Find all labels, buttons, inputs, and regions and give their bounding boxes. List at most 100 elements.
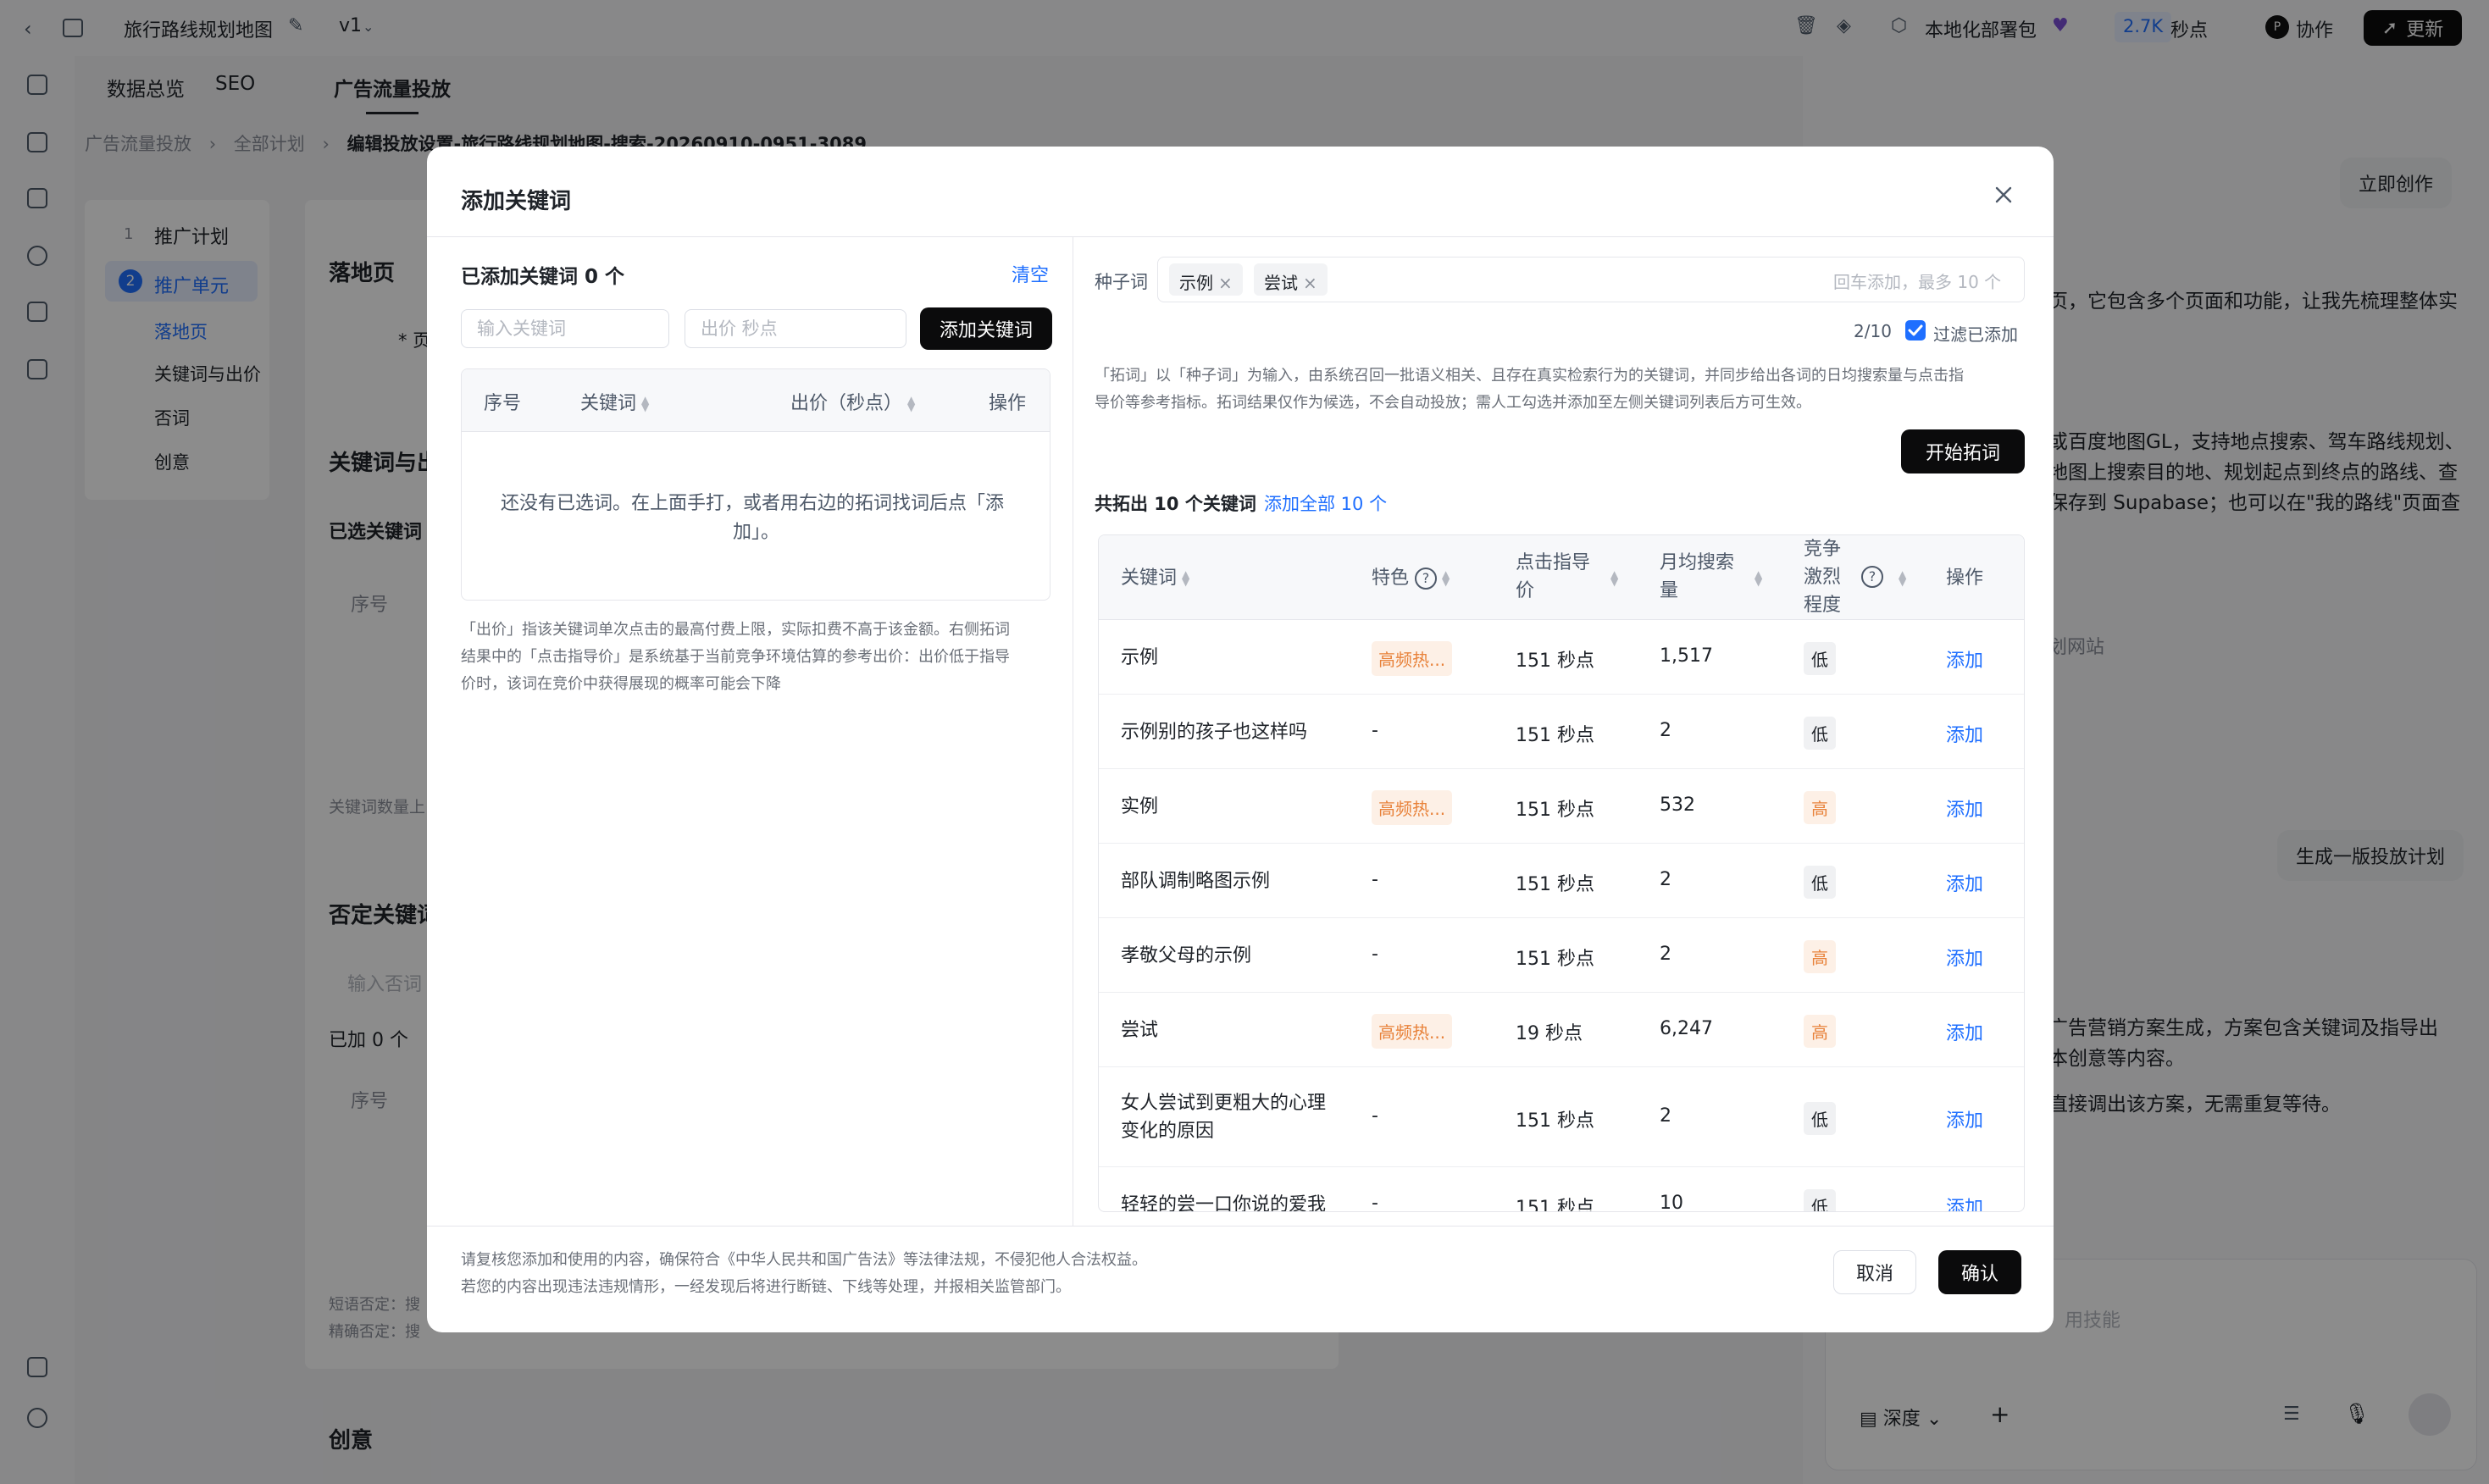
- table-row: 部队调制略图示例 - 151 秒点 2 低 添加: [1099, 844, 2024, 918]
- add-keyword-link[interactable]: 添加: [1946, 1193, 1983, 1211]
- compliance-note-2: 若您的内容出现违法违规情形，一经发现后将进行断链、下线等处理，并报相关监管部门。: [461, 1278, 1071, 1296]
- col-bid[interactable]: 出价（秒点） ▲ ▼: [790, 388, 915, 415]
- row-keyword: 示例: [1121, 644, 1158, 672]
- table-row: 尝试 高频热... 19 秒点 6,247 高 添加: [1099, 993, 2024, 1067]
- remove-chip-icon[interactable]: ×: [1303, 273, 1317, 293]
- competition-badge: 低: [1804, 1102, 1836, 1135]
- row-search-volume: 2: [1660, 1105, 1671, 1127]
- col-action: 操作: [989, 393, 1027, 414]
- added-keywords-title: 已添加关键词 0 个: [461, 266, 625, 288]
- row-keyword: 部队调制略图示例: [1121, 867, 1270, 895]
- expanded-keywords-table: 关键词 ▲ ▼ 特色 ? ▲ ▼ 点击指导 价 ▲ ▼ 月均搜索 量 ▲ ▼ 竞争 激烈 程…: [1098, 534, 2025, 1212]
- sort-icon[interactable]: ▲ ▼: [1442, 569, 1450, 587]
- add-keyword-link[interactable]: 添加: [1946, 795, 1983, 822]
- filter-label[interactable]: 过滤已添加: [1933, 321, 2018, 346]
- col-comp-line-3: 程度: [1804, 595, 1842, 616]
- col-search-line-2: 量: [1660, 580, 1679, 601]
- added-keywords-header: 序号 关键词 ▲ ▼ 出价（秒点） ▲ ▼ 操作: [462, 369, 1050, 432]
- seed-count: 2/10: [1854, 321, 1892, 341]
- cancel-button[interactable]: 取消: [1833, 1250, 1916, 1294]
- table-row: 孝敬父母的示例 - 151 秒点 2 高 添加: [1099, 918, 2024, 993]
- hot-tag: 高频热...: [1372, 790, 1453, 825]
- sort-icon[interactable]: ▲ ▼: [1754, 569, 1762, 587]
- row-search-volume: 6,247: [1660, 1018, 1713, 1039]
- row-keyword: 实例: [1121, 793, 1158, 821]
- competition-badge: 低: [1804, 866, 1836, 899]
- row-price: 151 秒点: [1516, 800, 1594, 821]
- add-keyword-link[interactable]: 添加: [1946, 720, 1983, 747]
- row-keyword-line: 尝试: [1121, 1019, 1159, 1041]
- competition-badge: 低: [1804, 1189, 1836, 1211]
- add-keyword-link[interactable]: 添加: [1946, 645, 1983, 673]
- col-feature-label: 特色: [1372, 568, 1410, 589]
- col-keyword[interactable]: 关键词 ▲ ▼: [1121, 564, 1189, 592]
- row-search-volume: 2: [1660, 944, 1671, 965]
- expand-desc-line-2: 导价等参考指标。拓词结果仅作为候选，不会自动投放；需人工勾选并添加至左侧关键词列…: [1095, 394, 1811, 412]
- keyword-input[interactable]: [461, 309, 669, 348]
- col-search-line-1: 月均搜索: [1660, 552, 1735, 573]
- table-row: 示例别的孩子也这样吗 - 151 秒点 2 低 添加: [1099, 695, 2024, 769]
- row-price: 151 秒点: [1516, 725, 1594, 746]
- help-circle-icon[interactable]: ?: [1861, 566, 1883, 588]
- row-feature: -: [1372, 944, 1378, 965]
- col-feature: 特色 ? ▲ ▼: [1372, 564, 1450, 592]
- result-count: 共拓出 10 个关键词: [1095, 494, 1256, 514]
- add-keyword-link[interactable]: 添加: [1946, 1105, 1983, 1132]
- table-row: 轻轻的尝一口你说的爱我 - 151 秒点 10 低 添加: [1099, 1167, 2024, 1212]
- seed-label: 种子词: [1095, 272, 1148, 292]
- add-keyword-link[interactable]: 添加: [1946, 944, 1983, 971]
- add-keyword-button[interactable]: 添加关键词: [920, 307, 1052, 350]
- sort-icon[interactable]: ▲ ▼: [1610, 569, 1618, 587]
- add-all-link[interactable]: 添加全部 10 个: [1264, 490, 1387, 516]
- help-circle-icon[interactable]: ?: [1415, 568, 1438, 590]
- row-feature: -: [1372, 720, 1378, 741]
- table-row: 示例 高频热... 151 秒点 1,517 低 添加: [1099, 620, 2024, 695]
- table-row: 实例 高频热... 151 秒点 532 高 添加: [1099, 769, 2024, 844]
- sort-icon: ▲ ▼: [907, 394, 916, 413]
- expand-desc-line-1: 「拓词」以「种子词」为输入，由系统召回一批语义相关、且存在真实检索行为的关键词，…: [1095, 367, 1964, 385]
- col-keyword-label: 关键词: [580, 393, 637, 414]
- clear-link[interactable]: 清空: [1012, 260, 1049, 287]
- hot-tag: 高频热...: [1372, 641, 1453, 676]
- added-keywords-table: 序号 关键词 ▲ ▼ 出价（秒点） ▲ ▼ 操作 还没有已选词。在上面手打，或者用右边的…: [461, 368, 1050, 601]
- row-keyword: 尝试: [1121, 1016, 1158, 1044]
- bid-note-line-1: 「出价」指该关键词单次点击的最高付费上限，实际扣费不高于该金额。右侧拓词: [461, 621, 1010, 639]
- modal-header-divider: [427, 236, 2054, 237]
- seed-chip: 示例 ×: [1169, 263, 1243, 296]
- empty-state-line-2: 加」。: [733, 522, 780, 543]
- competition-badge: 高: [1804, 1015, 1836, 1048]
- modal-title: 添加关键词: [461, 189, 572, 214]
- row-keyword-line: 部队调制略图示例: [1121, 870, 1271, 892]
- seed-chip: 尝试 ×: [1254, 263, 1328, 296]
- compliance-note-1: 请复核您添加和使用的内容，确保符合《中华人民共和国广告法》等法律法规，不侵犯他人…: [461, 1251, 1147, 1269]
- row-price: 19 秒点: [1516, 1023, 1583, 1044]
- confirm-button[interactable]: 确认: [1938, 1250, 2021, 1294]
- row-feature: -: [1372, 869, 1378, 890]
- row-price: 151 秒点: [1516, 1198, 1594, 1212]
- row-feature: -: [1372, 1193, 1378, 1212]
- remove-chip-icon[interactable]: ×: [1218, 273, 1233, 293]
- col-price-line-2: 价: [1516, 580, 1535, 601]
- seed-placeholder: 回车添加，最多 10 个: [1833, 272, 2002, 292]
- close-icon[interactable]: [1991, 182, 2016, 208]
- competition-badge: 高: [1804, 791, 1836, 824]
- sort-icon: ▲ ▼: [1182, 568, 1190, 588]
- row-keyword-line: 实例: [1121, 795, 1159, 817]
- row-keyword-line: 变化的原因: [1121, 1121, 1215, 1142]
- start-expand-button[interactable]: 开始拓词: [1901, 429, 2025, 473]
- bid-input[interactable]: [685, 309, 906, 348]
- col-search[interactable]: 月均搜索 量: [1660, 549, 1734, 605]
- row-keyword-line: 女人尝试到更粗大的心理: [1121, 1093, 1327, 1114]
- col-comp-line-2: 激烈: [1804, 567, 1842, 588]
- col-price[interactable]: 点击指导 价: [1516, 549, 1590, 605]
- row-keyword: 女人尝试到更粗大的心理 变化的原因: [1121, 1089, 1326, 1145]
- add-keyword-link[interactable]: 添加: [1946, 1018, 1983, 1045]
- filter-checkbox[interactable]: [1904, 319, 1926, 341]
- competition-badge: 低: [1804, 642, 1836, 675]
- add-keywords-modal: 添加关键词 已添加关键词 0 个 清空 添加关键词 序号 关键词▲▼ 出价（秒点…: [427, 147, 2054, 1332]
- col-keyword[interactable]: 关键词 ▲ ▼: [580, 388, 649, 415]
- sort-icon[interactable]: ▲ ▼: [1899, 569, 1906, 587]
- expanded-keywords-header: 关键词 ▲ ▼ 特色 ? ▲ ▼ 点击指导 价 ▲ ▼ 月均搜索 量 ▲ ▼ 竞争 激烈 程…: [1099, 535, 2024, 620]
- row-search-volume: 1,517: [1660, 645, 1713, 667]
- add-keyword-link[interactable]: 添加: [1946, 869, 1983, 896]
